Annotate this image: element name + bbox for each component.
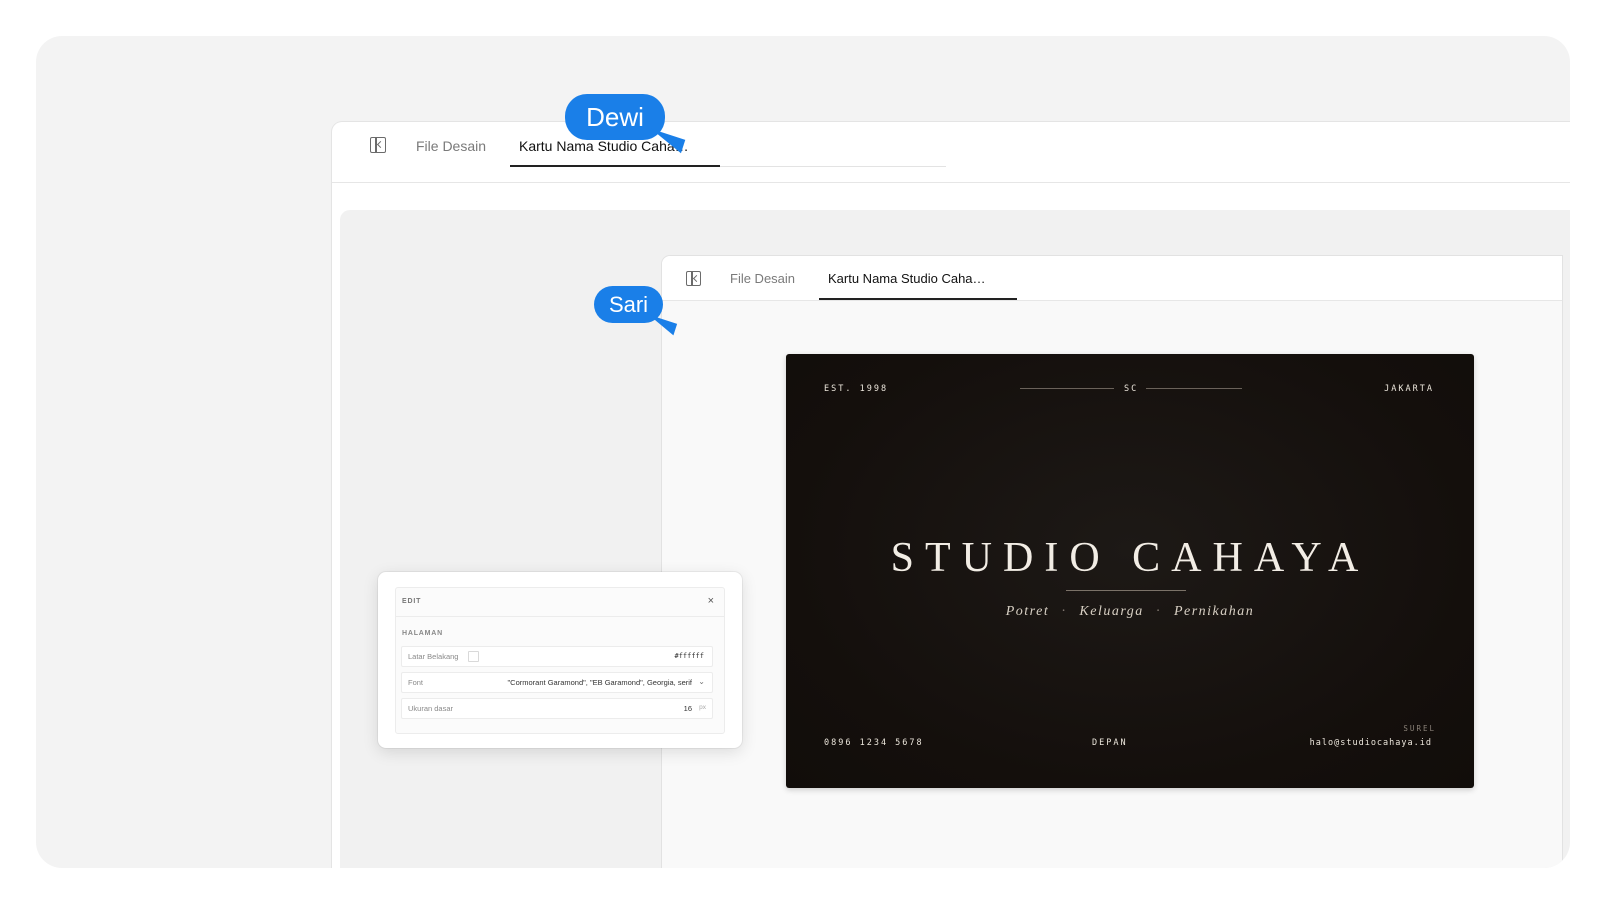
edit-panel-body: EDIT × HALAMAN Latar Belakang #ffffff Fo… bbox=[395, 587, 725, 734]
business-card[interactable]: EST. 1998 SC JAKARTA STUDIO CAHAYA Potre… bbox=[786, 354, 1474, 788]
phone-number: 0896 1234 5678 bbox=[824, 738, 924, 748]
card-side-label: DEPAN bbox=[1092, 738, 1128, 748]
tagline: Potret · Keluarga · Pernikahan bbox=[786, 604, 1474, 620]
field-value: #ffffff bbox=[674, 652, 704, 660]
header-rule-left bbox=[1020, 388, 1114, 389]
city-label: JAKARTA bbox=[1384, 384, 1434, 394]
edit-panel-title: EDIT bbox=[402, 598, 422, 605]
section-title: HALAMAN bbox=[402, 630, 443, 637]
app-backdrop: File Desain Kartu Nama Studio Caha… File… bbox=[36, 36, 1570, 868]
outer-window: File Desain Kartu Nama Studio Caha… File… bbox=[332, 122, 1570, 868]
edit-panel-header: EDIT × bbox=[396, 588, 724, 617]
tagline-item: Potret bbox=[1005, 604, 1050, 619]
field-value: 16 bbox=[683, 704, 692, 713]
active-tab-indicator bbox=[819, 298, 1017, 300]
sidebar-toggle-icon[interactable] bbox=[686, 271, 701, 286]
base-size-field[interactable]: Ukuran dasar 16 px bbox=[401, 698, 713, 719]
email-label: SUREL bbox=[1403, 724, 1436, 733]
sidebar-toggle-icon[interactable] bbox=[370, 137, 386, 153]
est-label: EST. 1998 bbox=[824, 384, 889, 394]
monogram: SC bbox=[1124, 384, 1139, 394]
brand-name: STUDIO CAHAYA bbox=[890, 535, 1370, 581]
outer-tab-bar: File Desain Kartu Nama Studio Caha… bbox=[332, 122, 1570, 183]
edit-panel: EDIT × HALAMAN Latar Belakang #ffffff Fo… bbox=[378, 572, 742, 748]
chevron-down-icon[interactable]: ⌄ bbox=[698, 677, 705, 686]
font-select[interactable]: Font "Cormorant Garamond", "EB Garamond"… bbox=[401, 672, 713, 693]
field-unit: px bbox=[699, 704, 706, 711]
email-address: halo@studiocahaya.id bbox=[1309, 738, 1432, 748]
tab-file-desain[interactable]: File Desain bbox=[416, 138, 486, 154]
tab-kartu-nama[interactable]: Kartu Nama Studio Caha… bbox=[828, 271, 986, 286]
close-icon[interactable]: × bbox=[708, 595, 714, 607]
inner-window: File Desain Kartu Nama Studio Caha… EST.… bbox=[662, 256, 1562, 868]
tab-file-desain[interactable]: File Desain bbox=[730, 271, 795, 286]
background-color-field[interactable]: Latar Belakang #ffffff bbox=[401, 646, 713, 667]
color-swatch[interactable] bbox=[468, 651, 479, 662]
tagline-item: Pernikahan bbox=[1173, 604, 1255, 619]
inner-tab-bar: File Desain Kartu Nama Studio Caha… bbox=[662, 256, 1562, 301]
active-tab-indicator bbox=[510, 165, 720, 167]
tagline-item: Keluarga bbox=[1079, 604, 1144, 619]
field-label: Ukuran dasar bbox=[408, 704, 454, 713]
tagline-separator: · bbox=[1061, 604, 1068, 619]
field-label: Font bbox=[408, 678, 424, 687]
brand-underline bbox=[1066, 590, 1186, 591]
field-value: "Cormorant Garamond", "EB Garamond", Geo… bbox=[507, 678, 692, 687]
canvas-area: File Desain Kartu Nama Studio Caha… EST.… bbox=[340, 210, 1570, 868]
field-label: Latar Belakang bbox=[408, 652, 459, 661]
tagline-separator: · bbox=[1155, 604, 1162, 619]
header-rule-right bbox=[1146, 388, 1242, 389]
